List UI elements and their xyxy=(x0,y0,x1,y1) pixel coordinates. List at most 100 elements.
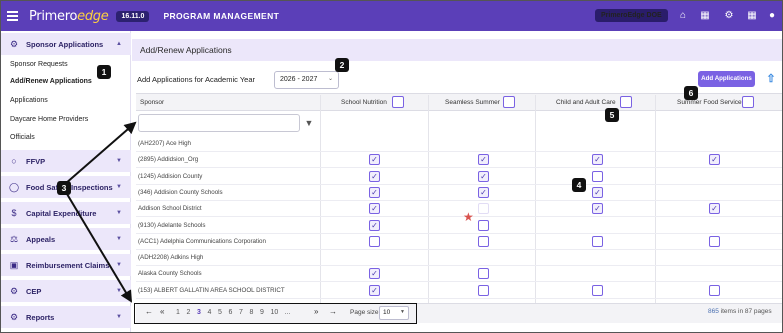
select-all-summer-food-service-checkbox[interactable] xyxy=(742,96,754,108)
sponsor-name: (1245) Addision County xyxy=(138,172,203,180)
program-checkbox[interactable]: ✓ xyxy=(709,203,720,215)
sidebar-section-cep[interactable]: ⚙ CEP ▼ xyxy=(1,280,131,302)
column-header-seamless-summer: Seamless Summer xyxy=(445,99,500,106)
academic-year-label: Add Applications for Academic Year xyxy=(137,75,255,84)
program-checkbox[interactable] xyxy=(478,268,489,280)
select-all-child-adult-care-checkbox[interactable] xyxy=(620,96,632,108)
user-icon[interactable]: ● xyxy=(766,10,778,22)
org-badge[interactable]: PrimeroEdge DOE xyxy=(595,9,668,22)
program-checkbox[interactable]: ✓ xyxy=(478,186,489,198)
program-checkbox[interactable] xyxy=(478,284,489,296)
sidebar-item-sponsor-requests[interactable]: Sponsor Requests xyxy=(10,61,68,68)
column-header-sponsor[interactable]: Sponsor xyxy=(140,94,164,112)
program-checkbox[interactable]: ✓ xyxy=(369,219,380,231)
sidebar-item-daycare-home-providers[interactable]: Daycare Home Providers xyxy=(10,116,88,123)
sidebar-item-add-renew-applications[interactable]: Add/Renew Applications xyxy=(10,78,92,85)
grid-icon[interactable]: ▦ xyxy=(746,10,758,22)
items-count-info: 865 items in 87 pages xyxy=(708,308,772,315)
app-window: Primeroedge 16.11.0 PROGRAM MANAGEMENT P… xyxy=(0,0,783,333)
chevron-down-icon: ▼ xyxy=(116,236,122,242)
program-checkbox[interactable] xyxy=(592,170,603,182)
program-checkbox[interactable]: ✓ xyxy=(478,170,489,182)
gear-icon: ⚙ xyxy=(9,286,19,296)
calculator-icon[interactable]: ▦ xyxy=(699,10,711,22)
module-title: PROGRAM MANAGEMENT xyxy=(163,11,280,21)
sponsor-name: (346) Addision County Schools xyxy=(138,188,223,196)
table-row: (1245) Addision County ✓ ✓ xyxy=(136,169,782,185)
chevron-down-icon: ▼ xyxy=(116,262,122,268)
sponsor-name: (153) ALBERT GALLATIN AREA SCHOOL DISTRI… xyxy=(138,286,285,294)
table-row: (2895) Addidsion_Org ✓ ✓ ✓ ✓ xyxy=(136,152,782,169)
program-checkbox[interactable] xyxy=(369,235,380,247)
program-checkbox[interactable] xyxy=(592,235,603,247)
brand-logo[interactable]: Primeroedge xyxy=(29,9,109,24)
sidebar-section-appeals[interactable]: ⚖ Appeals ▼ xyxy=(1,228,131,250)
sidebar-item-applications[interactable]: Applications xyxy=(10,97,48,104)
hamburger-menu-icon[interactable] xyxy=(7,11,27,21)
program-checkbox[interactable] xyxy=(478,203,489,215)
sidebar-section-sponsor-applications[interactable]: ⚙ Sponsor Applications ▲ xyxy=(1,33,131,55)
callout-2: 2 xyxy=(335,58,349,72)
chevron-down-icon: ▼ xyxy=(116,210,122,216)
program-checkbox[interactable]: ✓ xyxy=(369,284,380,296)
callout-6: 6 xyxy=(684,86,698,100)
sponsor-name: Alaska County Schools xyxy=(138,270,202,278)
chevron-up-icon: ▲ xyxy=(116,41,122,47)
version-badge: 16.11.0 xyxy=(116,10,150,22)
sidebar-section-reports[interactable]: ⚙ Reports ▼ xyxy=(1,306,131,328)
chevron-down-icon: ▼ xyxy=(116,314,122,320)
home-icon[interactable]: ⌂ xyxy=(677,10,689,22)
sidebar-section-capital-expenditure[interactable]: $ Capital Expenditure ▼ xyxy=(1,202,131,224)
chevron-down-icon: ▼ xyxy=(116,158,122,164)
pager-highlight-box xyxy=(134,303,417,324)
program-checkbox[interactable]: ✓ xyxy=(709,154,720,166)
program-checkbox[interactable]: ✓ xyxy=(369,268,380,280)
select-all-school-nutrition-checkbox[interactable] xyxy=(392,96,404,108)
sponsor-name: (9130) Adelante Schools xyxy=(138,221,206,229)
program-checkbox[interactable]: ✓ xyxy=(369,203,380,215)
program-checkbox[interactable] xyxy=(478,235,489,247)
program-checkbox[interactable]: ✓ xyxy=(592,186,603,198)
sponsor-name: (ACC1) Adelphia Communications Corporati… xyxy=(138,237,266,245)
callout-5: 5 xyxy=(605,108,619,122)
program-checkbox[interactable]: ✓ xyxy=(592,154,603,166)
chevron-down-icon: ▼ xyxy=(116,184,122,190)
gear-icon[interactable]: ⚙ xyxy=(723,10,735,22)
program-checkbox[interactable] xyxy=(592,284,603,296)
sponsor-name: (AH2207) Ace High xyxy=(138,140,191,147)
scroll-up-arrow-icon[interactable]: ⇧ xyxy=(765,73,777,85)
sidebar-section-reimbursement-claims[interactable]: ▣ Reimbursement Claims ▼ xyxy=(1,254,131,276)
page-title: Add/Renew Applications xyxy=(132,39,782,61)
truck-icon: ▣ xyxy=(9,260,19,270)
program-checkbox[interactable]: ✓ xyxy=(478,154,489,166)
program-checkbox[interactable]: ✓ xyxy=(592,203,603,215)
program-checkbox[interactable] xyxy=(709,235,720,247)
table-row: (AH2207) Ace High xyxy=(136,136,782,152)
program-checkbox[interactable]: ✓ xyxy=(369,186,380,198)
sponsor-name: Addison School District xyxy=(138,205,202,213)
program-checkbox[interactable]: ✓ xyxy=(369,170,380,182)
table-row: (346) Addision County Schools ✓ ✓ ✓ xyxy=(136,185,782,201)
column-header-school-nutrition: School Nutrition xyxy=(341,99,387,106)
program-checkbox[interactable] xyxy=(478,219,489,231)
program-checkbox[interactable] xyxy=(709,284,720,296)
table-row: Addison School District ✓ ✓ ✓ xyxy=(136,201,782,218)
program-checkbox[interactable]: ✓ xyxy=(369,154,380,166)
scale-icon: ⚖ xyxy=(9,234,19,244)
shield-icon: ◯ xyxy=(8,182,20,192)
filter-icon[interactable]: ▼ xyxy=(304,117,314,129)
sponsor-filter-input[interactable] xyxy=(138,114,300,132)
academic-year-select[interactable]: 2026 - 2027 ⌄ xyxy=(274,71,339,89)
sidebar-section-ffvp[interactable]: ○ FFVP ▼ xyxy=(1,150,131,172)
table-row: (ACC1) Adelphia Communications Corporati… xyxy=(136,234,782,250)
chevron-down-icon: ▼ xyxy=(116,288,122,294)
add-applications-button[interactable]: Add Applications xyxy=(698,71,755,87)
sponsor-name: (2895) Addidsion_Org xyxy=(138,156,199,164)
apple-icon: ○ xyxy=(11,156,17,166)
callout-3: 3 xyxy=(57,181,71,195)
callout-4: 4 xyxy=(572,178,586,192)
sidebar-item-officials[interactable]: Officials xyxy=(10,134,35,141)
chevron-down-icon: ⌄ xyxy=(327,76,333,82)
sponsor-name: (ADH2208) Adkins High xyxy=(138,254,204,262)
select-all-seamless-summer-checkbox[interactable] xyxy=(503,96,515,108)
